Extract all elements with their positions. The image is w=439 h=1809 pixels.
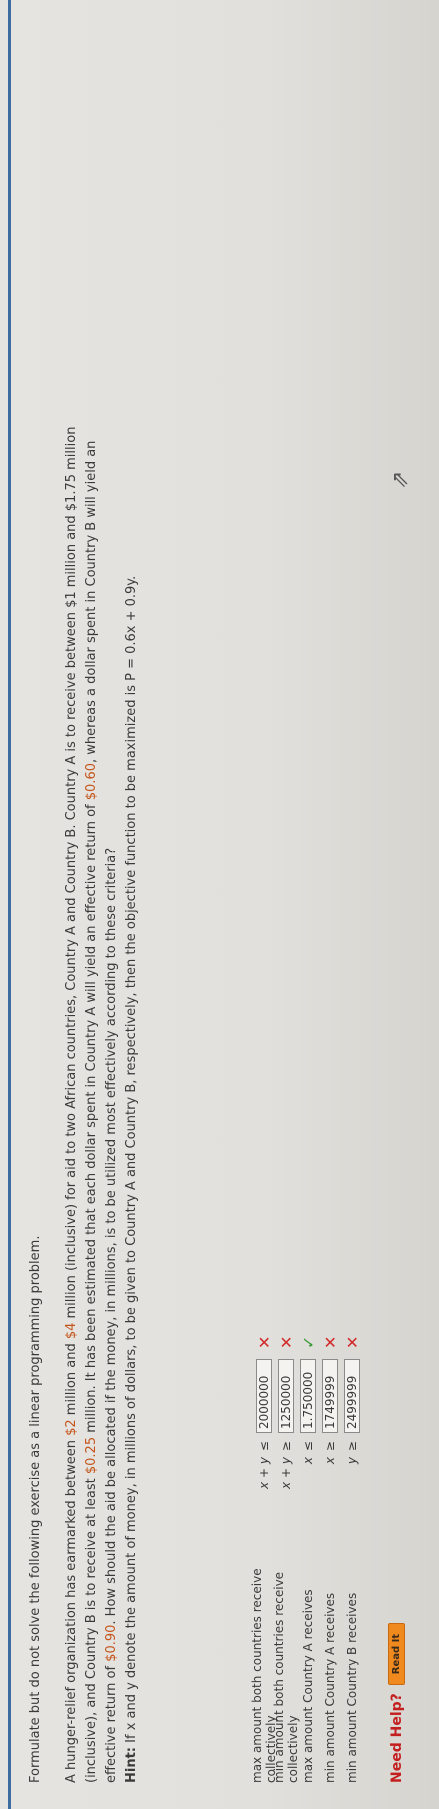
constraint-lhs: x — [301, 1457, 315, 1465]
need-help: Need Help? Read It — [388, 1622, 405, 1783]
constraint-row: min amount both countries receive collec… — [272, 1335, 300, 1783]
amount-2m: $2 — [64, 1419, 79, 1436]
problem-part-5: million. It has been estimated that each… — [84, 800, 99, 1437]
constraint-input[interactable]: 2499999 — [344, 1359, 360, 1433]
problem-text: A hunger-relief organization has earmark… — [62, 393, 142, 1783]
return-b: $0.90 — [104, 1624, 119, 1662]
instructions: Formulate but do not solve the following… — [28, 1235, 43, 1783]
question-card: Formulate but do not solve the following… — [0, 0, 439, 1809]
amount-025m: $0.25 — [84, 1436, 99, 1475]
constraint-input[interactable]: 1.750000 — [300, 1359, 316, 1433]
hint-label: Hint: — [124, 1746, 139, 1783]
incorrect-icon: ✕ — [320, 1335, 340, 1349]
problem-part-7: . How should the aid be allocated if the… — [104, 847, 119, 1625]
constraint-operator: ≥ — [279, 1441, 293, 1452]
correct-icon: ✓ — [298, 1335, 318, 1349]
constraint-row: min amount Country B receives y ≥ 2499999… — [342, 1336, 362, 1783]
hint-text: If x and y denote the amount of money, i… — [124, 575, 139, 1747]
amount-4m: $4 — [64, 1322, 79, 1340]
constraint-input[interactable]: 1749999 — [322, 1359, 338, 1433]
panel: Formulate but do not solve the following… — [0, 0, 439, 1809]
need-help-label: Need Help? — [388, 1693, 405, 1783]
incorrect-icon: ✕ — [342, 1335, 362, 1349]
incorrect-icon: ✕ — [276, 1335, 296, 1349]
mouse-cursor-icon: ⇗ — [388, 470, 413, 489]
constraint-operator: ≥ — [345, 1441, 359, 1452]
constraint-label: min amount Country A receives — [323, 1592, 337, 1783]
constraint-row: max amount Country A receives x ≤ 1.75000… — [298, 1336, 318, 1783]
constraint-operator: ≤ — [301, 1441, 315, 1452]
constraint-label: max amount Country A receives — [301, 1589, 315, 1783]
constraint-operator: ≤ — [257, 1441, 271, 1452]
constraint-input[interactable]: 1250000 — [278, 1359, 294, 1433]
constraint-row: max amount both countries receive collec… — [250, 1335, 278, 1783]
problem-part-1: A hunger-relief organization has earmark… — [64, 1440, 79, 1783]
return-a: $0.60 — [84, 763, 99, 801]
read-it-button[interactable]: Read It — [388, 1622, 405, 1686]
problem-part-3: million (inclusive) for aid to two Afric… — [64, 515, 79, 1323]
constraint-operator: ≥ — [323, 1441, 337, 1452]
constraint-lhs: x — [323, 1457, 337, 1465]
problem-part-2: million and — [64, 1339, 79, 1420]
constraint-lhs: y — [345, 1457, 359, 1465]
constraint-lhs: x + y — [257, 1457, 271, 1489]
amount-175m: $1.75 — [64, 469, 79, 516]
constraint-input[interactable]: 2000000 — [256, 1359, 272, 1433]
header-rule — [8, 0, 11, 1809]
hint: Hint: If x and y denote the amount of mo… — [122, 393, 142, 1783]
constraint-row: min amount Country A receives x ≥ 1749999… — [320, 1336, 340, 1783]
constraint-lhs: x + y — [279, 1457, 293, 1489]
incorrect-icon: ✕ — [254, 1335, 274, 1349]
constraint-label: min amount both countries receive collec… — [272, 1571, 300, 1783]
constraint-label: min amount Country B receives — [345, 1592, 359, 1783]
